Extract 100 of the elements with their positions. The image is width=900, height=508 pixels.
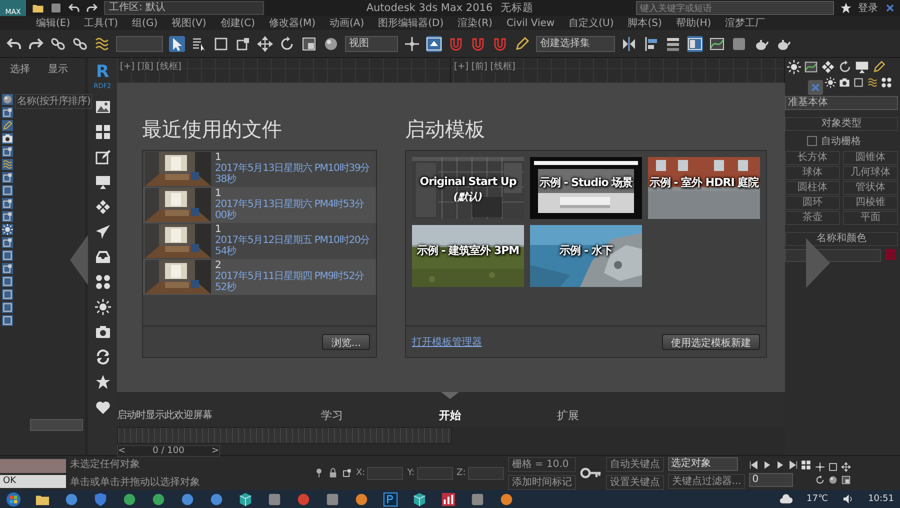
squares-icon[interactable] [2, 107, 13, 118]
rotate-icon[interactable] [838, 60, 852, 74]
menu-item[interactable]: 编辑(E) [36, 16, 70, 30]
cloud-icon[interactable] [778, 492, 792, 506]
cursor-icon[interactable] [169, 36, 185, 52]
template-tile[interactable]: Original Start Up (默认) [412, 157, 524, 219]
squares-icon[interactable] [2, 146, 13, 157]
viewport-label[interactable]: [+] [顶] [线框] [120, 62, 182, 72]
square-icon[interactable] [2, 315, 13, 326]
move-icon[interactable] [841, 462, 852, 472]
undo-icon[interactable] [6, 36, 22, 52]
rollout-header[interactable]: 名称和颜色 [785, 232, 898, 246]
wave-icon[interactable] [2, 159, 13, 170]
app-icon[interactable] [499, 492, 514, 506]
coordinate-field[interactable] [416, 466, 453, 480]
sphere-icon[interactable] [323, 36, 339, 52]
play-icon[interactable] [762, 460, 772, 470]
recent-file-item[interactable]: 1 2017年5月13日星期六 PM4时53分00秒 [143, 187, 376, 223]
edit-icon[interactable] [94, 149, 110, 165]
panel-icon[interactable] [687, 36, 703, 52]
template-tile[interactable]: 示例 - Studio 场景 [530, 157, 642, 219]
lock-icon[interactable] [328, 468, 338, 478]
heart-icon[interactable] [94, 399, 110, 415]
add-time-tag-button[interactable]: 添加时间标记 [508, 474, 576, 490]
squares-icon[interactable] [2, 237, 13, 248]
scale-icon[interactable] [841, 474, 852, 484]
wave-icon[interactable] [94, 36, 110, 52]
star-icon[interactable] [94, 374, 110, 390]
workspace-dropdown[interactable]: 工作区: 默认 [104, 1, 264, 15]
rollout-header[interactable]: 对象类型 [785, 117, 898, 131]
menu-item[interactable]: 图形编辑器(D) [378, 16, 444, 30]
template-tile[interactable]: 示例 - 室外 HDRI 庭院 [648, 157, 760, 219]
crosshair-icon[interactable] [815, 462, 826, 472]
object-button[interactable]: 管状体 [843, 181, 898, 195]
menu-item[interactable]: 渲染(R) [458, 16, 492, 30]
app-icon[interactable] [151, 492, 166, 506]
squares-icon[interactable] [235, 36, 251, 52]
close-icon[interactable] [884, 2, 896, 14]
browse-button[interactable]: 浏览... [322, 334, 370, 350]
link-icon[interactable] [72, 36, 88, 52]
pin-icon[interactable] [314, 468, 324, 478]
app-icon[interactable] [64, 492, 79, 506]
square-icon[interactable] [2, 289, 13, 300]
timeline-track[interactable] [117, 427, 452, 444]
dots-icon[interactable] [94, 274, 110, 290]
object-button[interactable]: 球体 [785, 166, 840, 180]
camera-icon[interactable] [94, 324, 110, 340]
grid-icon[interactable] [801, 460, 812, 470]
squares-icon[interactable] [2, 172, 13, 183]
sphere-icon[interactable] [2, 94, 13, 105]
menu-item[interactable]: 渲梦工厂 [725, 16, 766, 30]
align-icon[interactable] [643, 36, 659, 52]
panel-tab[interactable]: 选择 [10, 62, 30, 76]
key-mode-dropdown[interactable]: 选定对象 [668, 457, 738, 471]
color-swatch[interactable] [885, 249, 896, 260]
wave-icon[interactable] [867, 77, 878, 88]
panel-tab[interactable]: 显示 [48, 62, 68, 76]
monitor-icon[interactable] [94, 174, 110, 190]
view-dropdown[interactable]: 视图 [345, 36, 398, 52]
diamond-icon[interactable] [94, 199, 110, 215]
diamond-icon[interactable] [821, 60, 835, 74]
scrollbar[interactable] [30, 419, 83, 431]
sun-icon[interactable] [94, 299, 110, 315]
menu-item[interactable]: 动画(A) [330, 16, 364, 30]
app-icon[interactable] [180, 492, 195, 506]
link-icon[interactable] [50, 36, 66, 52]
app-icon[interactable] [470, 492, 485, 506]
skip-start-icon[interactable] [749, 460, 760, 470]
welcome-tab[interactable]: 扩展 [509, 392, 627, 427]
pencil-icon[interactable] [872, 60, 886, 74]
inbox-icon[interactable] [94, 249, 110, 265]
refresh-icon[interactable] [94, 349, 110, 365]
squares-icon[interactable] [2, 198, 13, 209]
menu-item[interactable]: Civil View [506, 18, 555, 28]
object-button[interactable]: 平面 [843, 211, 898, 225]
play-icon[interactable] [775, 460, 786, 470]
viewport-label[interactable]: [+] [前] [线框] [454, 62, 516, 72]
app-icon[interactable] [209, 492, 224, 506]
cube-icon[interactable] [412, 492, 427, 506]
checkbox[interactable] [807, 136, 817, 146]
square-icon[interactable] [2, 276, 13, 287]
start-icon[interactable] [6, 492, 21, 506]
welcome-tab[interactable]: 学习 [273, 392, 391, 427]
auto-key-button[interactable]: 自动关键点 [606, 456, 664, 472]
app-icon[interactable] [50, 2, 62, 14]
prompt-field[interactable] [0, 458, 66, 472]
image-icon[interactable] [94, 99, 110, 115]
search-field[interactable]: 键入关键字或短语 [636, 1, 834, 15]
curve-icon[interactable] [709, 36, 725, 52]
rotate-icon[interactable] [815, 474, 826, 484]
app-icon[interactable] [296, 492, 311, 506]
category-dropdown[interactable]: 准基本体 [785, 96, 898, 110]
object-button[interactable]: 圆锥体 [843, 151, 898, 165]
recent-file-item[interactable]: 2 2017年5月11日星期四 PM9时52分52秒 [143, 259, 376, 295]
redo-icon[interactable] [86, 2, 98, 14]
template-manager-link[interactable]: 打开模板管理器 [412, 335, 482, 349]
menu-item[interactable]: 视图(V) [172, 16, 206, 30]
pencil-icon[interactable] [514, 36, 530, 52]
sun-icon[interactable] [825, 77, 836, 88]
camera-icon[interactable] [839, 77, 850, 88]
